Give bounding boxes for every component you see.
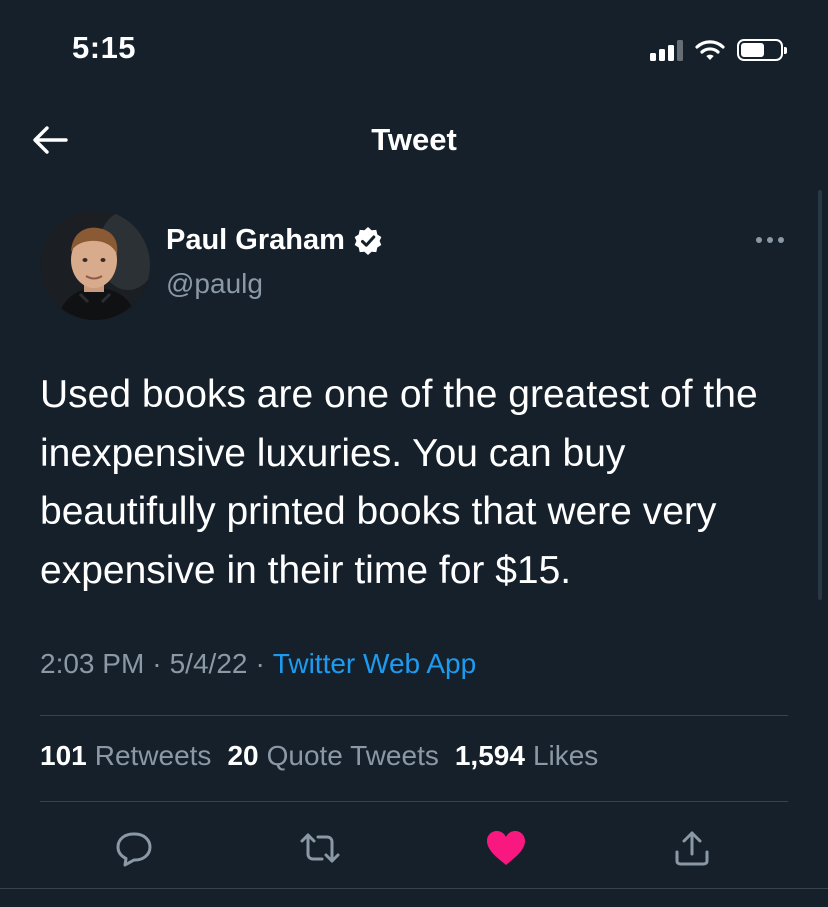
author-name[interactable]: Paul Graham <box>166 224 345 257</box>
avatar-image <box>40 210 150 320</box>
tweet-meta: 2:03 PM · 5/4/22 · Twitter Web App <box>40 648 476 680</box>
tweet-source-link[interactable]: Twitter Web App <box>273 648 476 680</box>
back-button[interactable] <box>30 122 70 158</box>
share-icon <box>675 831 709 866</box>
bottom-divider <box>0 888 828 889</box>
retweet-icon <box>300 833 340 863</box>
more-dot <box>767 237 773 243</box>
arrow-left-icon <box>33 126 68 154</box>
status-time: 5:15 <box>72 30 137 65</box>
meta-separator: · <box>152 648 162 679</box>
verified-badge-icon <box>354 226 382 255</box>
more-dot <box>756 237 762 243</box>
quote-tweets-stat[interactable]: 20 Quote Tweets <box>227 740 438 772</box>
quote-tweets-label: Quote Tweets <box>266 740 439 771</box>
more-dot <box>778 237 784 243</box>
retweets-count: 101 <box>40 740 87 771</box>
author-name-row[interactable]: Paul Graham <box>166 224 383 257</box>
page-title: Tweet <box>371 122 457 157</box>
retweets-stat[interactable]: 101 Retweets <box>40 740 211 772</box>
reply-icon <box>116 832 152 867</box>
tweet-time[interactable]: 2:03 PM <box>40 648 144 680</box>
tweet-text: Used books are one of the greatest of th… <box>40 373 758 592</box>
divider <box>40 801 788 802</box>
wifi-icon <box>695 40 725 60</box>
tweet-date[interactable]: 5/4/22 <box>170 648 248 680</box>
retweet-button[interactable] <box>298 826 342 870</box>
cellular-signal-icon <box>650 39 683 61</box>
like-icon <box>487 831 525 865</box>
more-options-button[interactable] <box>752 228 788 252</box>
likes-count: 1,594 <box>454 740 525 771</box>
avatar[interactable] <box>40 210 150 320</box>
like-button[interactable] <box>484 826 528 870</box>
retweets-label: Retweets <box>94 740 212 771</box>
divider <box>40 715 788 716</box>
tweet-stats: 101 Retweets 20 Quote Tweets 1,594 Likes <box>40 740 598 772</box>
meta-separator: · <box>255 648 265 679</box>
reply-button[interactable] <box>112 826 156 870</box>
battery-icon <box>737 39 787 61</box>
share-button[interactable] <box>670 826 714 870</box>
author-handle[interactable]: @paulg <box>166 268 263 300</box>
status-icons <box>650 36 787 64</box>
likes-stat[interactable]: 1,594 Likes <box>455 740 598 772</box>
likes-label: Likes <box>532 740 599 771</box>
quote-tweets-count: 20 <box>227 740 259 771</box>
scrollbar[interactable] <box>818 190 822 600</box>
